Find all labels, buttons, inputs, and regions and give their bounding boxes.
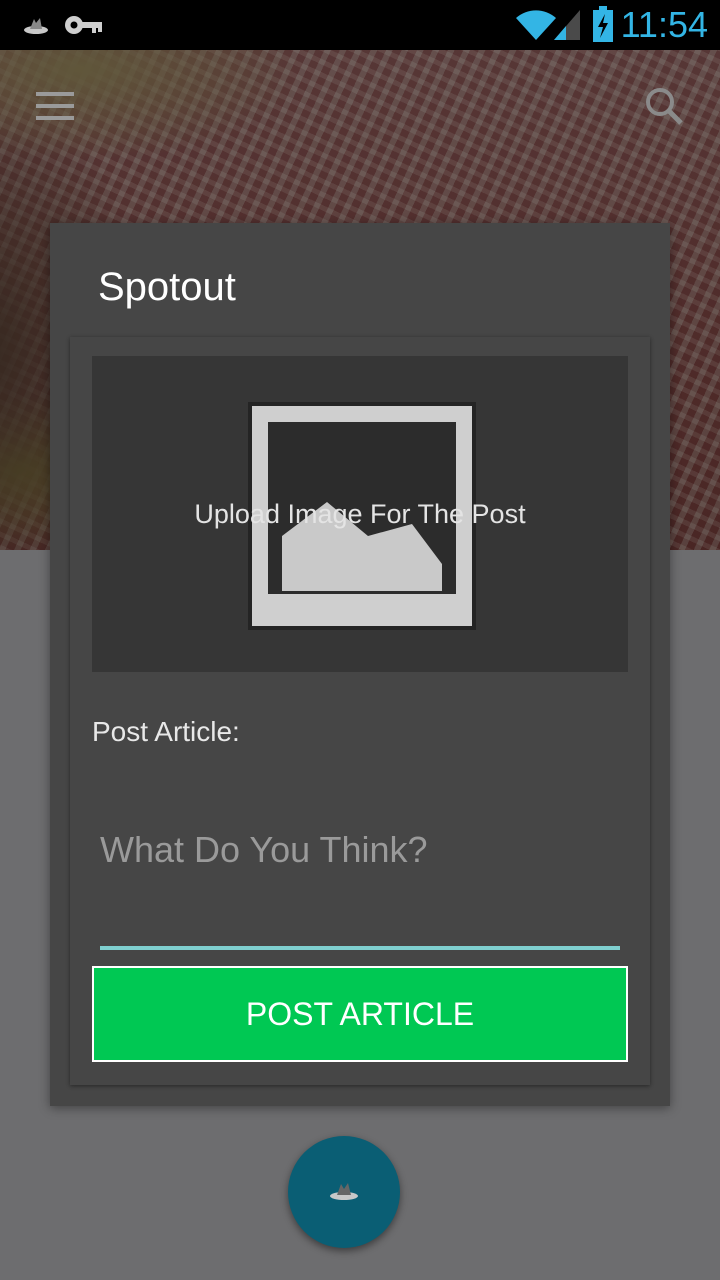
dialog-title: Spotout [98, 265, 236, 309]
fab-button[interactable] [288, 1136, 400, 1248]
cell-signal-icon [552, 8, 582, 46]
app-logo-icon [328, 1180, 360, 1206]
post-article-label: Post Article: [92, 716, 240, 747]
upload-image-area[interactable]: Upload Image For The Post [92, 356, 628, 672]
post-card: Upload Image For The Post Post Article: … [70, 337, 650, 1085]
key-icon [64, 12, 104, 42]
status-time: 11:54 [620, 4, 708, 45]
post-dialog: Spotout Upload Image For The Post Post A… [50, 223, 670, 1106]
search-icon[interactable] [644, 86, 684, 126]
app-notification-icon [22, 14, 50, 40]
post-article-button[interactable]: POST ARTICLE [92, 966, 628, 1062]
upload-image-label: Upload Image For The Post [194, 499, 526, 529]
status-bar: 11:54 [0, 0, 720, 50]
article-text-input[interactable] [100, 822, 620, 950]
battery-charging-icon [592, 6, 614, 46]
hamburger-menu-icon[interactable] [36, 92, 76, 120]
screen: 11:54 Spotout Upload Image For The Post … [0, 0, 720, 1280]
